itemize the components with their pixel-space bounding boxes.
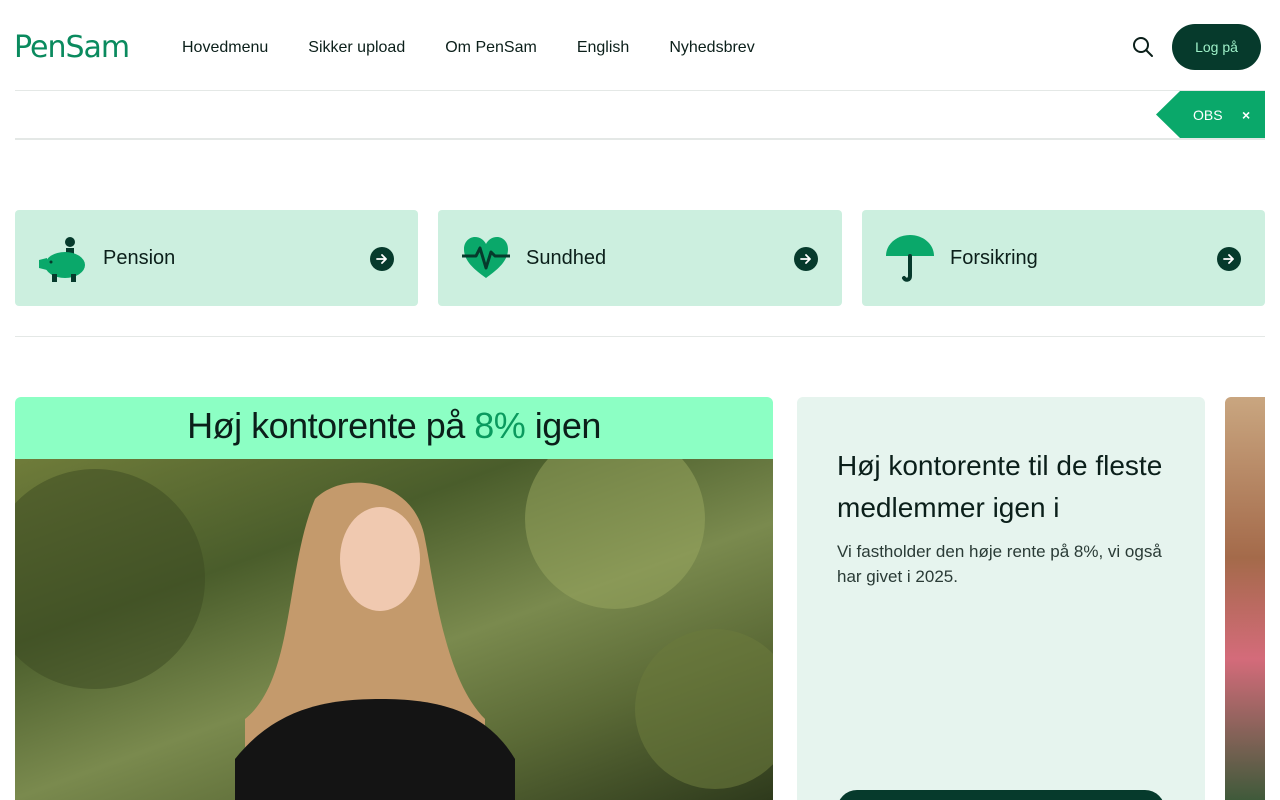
category-label-pension: Pension [103,247,176,269]
hero-image-card[interactable]: Høj kontorente på 8% igen [15,397,773,800]
piggy-bank-icon [39,237,85,282]
hero-photo [15,429,773,800]
hero-banner: Høj kontorente på 8% igen [15,397,773,459]
close-icon[interactable]: × [1242,107,1250,123]
header-divider [15,90,1265,91]
next-card-peek[interactable] [1225,397,1265,800]
feature-cta-button[interactable] [837,790,1165,800]
main-nav: Hovedmenu Sikker upload Om PenSam Englis… [182,38,795,58]
category-card-pension[interactable]: Pension [15,210,418,306]
site-header: PenSam Hovedmenu Sikker upload Om PenSam… [0,0,1280,91]
obs-label: OBS [1193,107,1223,123]
feature-title: Høj kontorente til de fleste medlemmer i… [837,450,1163,523]
umbrella-icon [886,235,934,282]
nav-item-nyhedsbrev[interactable]: Nyhedsbrev [669,38,754,58]
feature-card[interactable]: Høj kontorente til de fleste medlemmer i… [797,397,1205,800]
heartbeat-icon [462,237,510,278]
nav-item-hovedmenu[interactable]: Hovedmenu [182,38,268,58]
hero-banner-text: Høj kontorente på 8% igen [187,405,601,446]
nav-item-om-pensam[interactable]: Om PenSam [445,38,537,58]
category-card-forsikring[interactable]: Forsikring [862,210,1265,306]
search-icon [1133,37,1153,57]
category-label-forsikring: Forsikring [950,247,1038,269]
feature-body: Vi fastholder den høje rente på 8%, vi o… [837,542,1162,586]
pensam-logo[interactable]: PenSam [14,30,130,66]
arrow-right-icon [1217,247,1241,271]
category-card-sundhed[interactable]: Sundhed [438,210,842,306]
notice-divider [15,138,1265,140]
nav-item-english[interactable]: English [577,38,629,58]
section-divider [15,336,1265,337]
search-button[interactable] [1130,34,1156,60]
nav-item-sikker-upload[interactable]: Sikker upload [308,38,405,58]
arrow-right-icon [794,247,818,271]
arrow-right-icon [370,247,394,271]
login-button[interactable]: Log på [1172,24,1261,70]
category-label-sundhed: Sundhed [526,247,607,269]
obs-notice-tab[interactable]: OBS × [1156,91,1265,138]
